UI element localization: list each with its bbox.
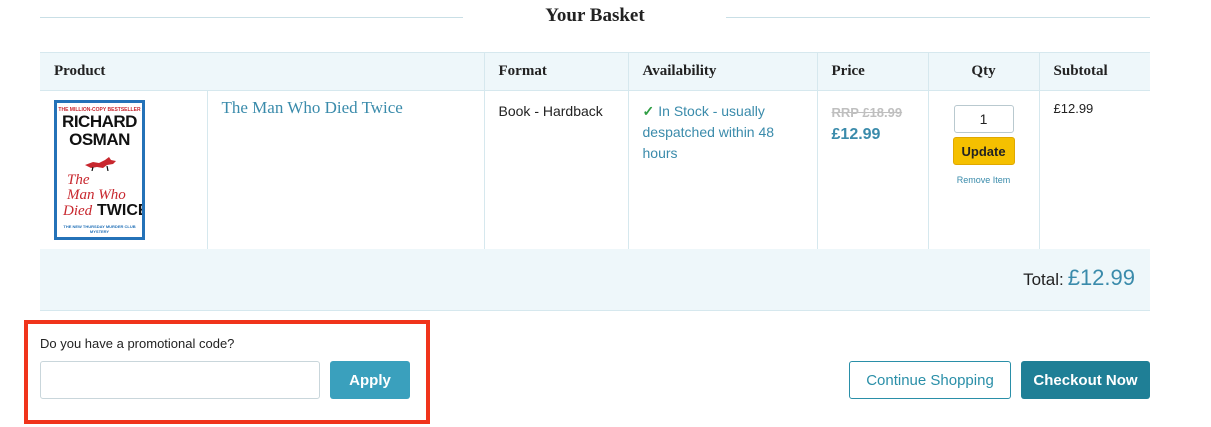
availability-status: ✓ In Stock - usually despatched within 48… — [642, 103, 775, 161]
subtotal-cell: £12.99 — [1039, 91, 1150, 251]
cover-author-first: RICHARD — [62, 112, 137, 131]
availability-cell: ✓ In Stock - usually despatched within 48… — [628, 90, 818, 250]
rrp-price: RRP £18.99 — [831, 105, 903, 120]
cover-series: THE NEW THURSDAY MURDER CLUB MYSTERY — [63, 224, 136, 234]
remove-item-link[interactable]: Remove Item — [943, 175, 1025, 185]
basket-heading: Your Basket — [40, 0, 1150, 34]
header-price: Price — [817, 52, 929, 91]
promo-code-section: Do you have a promotional code? Apply — [24, 320, 430, 424]
page-title: Your Basket — [545, 5, 645, 26]
cover-author-last: OSMAN — [69, 130, 130, 149]
cover-title-top: The Man Who — [67, 172, 126, 203]
fox-icon — [85, 157, 116, 171]
cover-cell: THE MILLION-COPY BESTSELLER RICHARD OSMA… — [40, 90, 208, 250]
subtotal-value: £12.99 — [1053, 101, 1094, 116]
header-availability: Availability — [628, 52, 818, 91]
product-title-cell: The Man Who Died Twice — [207, 90, 485, 250]
cover-title-died: Died — [63, 203, 93, 219]
total-value: £12.99 — [1067, 265, 1135, 290]
current-price: £12.99 — [831, 126, 881, 143]
header-product: Product — [40, 52, 485, 91]
basket-table: Product Format Availability Price Qty Su… — [40, 52, 1151, 251]
book-cover-image[interactable]: THE MILLION-COPY BESTSELLER RICHARD OSMA… — [54, 100, 145, 240]
quantity-input[interactable] — [953, 105, 1014, 133]
cover-title-twice: TWICE — [97, 202, 145, 219]
format-cell: Book - Hardback — [484, 90, 629, 250]
price-cell: RRP £18.99 £12.99 — [817, 90, 929, 250]
continue-shopping-button[interactable]: Continue Shopping — [849, 361, 1011, 399]
product-title-link[interactable]: The Man Who Died Twice — [222, 98, 470, 118]
check-icon: ✓ — [642, 103, 655, 119]
promo-code-input[interactable] — [40, 361, 320, 399]
apply-button[interactable]: Apply — [330, 361, 410, 399]
promo-code-label: Do you have a promotional code? — [40, 336, 235, 351]
header-format: Format — [484, 52, 629, 91]
table-row: THE MILLION-COPY BESTSELLER RICHARD OSMA… — [40, 90, 1150, 251]
format-value: Book - Hardback — [498, 103, 603, 119]
qty-cell: Update Remove Item — [928, 90, 1040, 250]
total-bar: Total: £12.99 — [40, 249, 1150, 311]
table-header-row: Product Format Availability Price Qty Su… — [40, 52, 1151, 91]
header-qty: Qty — [928, 52, 1040, 91]
total-label: Total: — [1023, 270, 1064, 289]
checkout-now-button[interactable]: Checkout Now — [1021, 361, 1150, 399]
header-subtotal: Subtotal — [1039, 52, 1151, 91]
update-button[interactable]: Update — [952, 137, 1015, 165]
